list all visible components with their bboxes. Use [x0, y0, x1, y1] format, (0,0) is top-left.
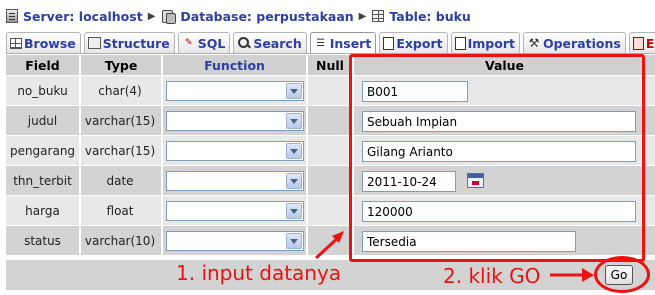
function-select[interactable]	[166, 141, 304, 161]
breadcrumb-separator-icon: ▶	[358, 10, 367, 22]
function-select[interactable]	[166, 231, 304, 251]
column-header-field: Field	[6, 55, 79, 75]
breadcrumb: Server: localhost ▶ Database: perpustaka…	[6, 6, 471, 26]
breadcrumb-server-label: Server: localhost	[23, 8, 143, 24]
tab-insert-label: Insert	[329, 36, 372, 51]
field-name: judul	[27, 113, 58, 128]
tab-empty[interactable]: Em	[628, 32, 655, 53]
value-column-highlight	[349, 54, 645, 262]
chevron-down-icon[interactable]	[286, 83, 302, 99]
field-type: varchar(10)	[84, 233, 156, 248]
column-divider	[161, 55, 163, 256]
field-type: varchar(15)	[84, 143, 156, 158]
field-type: float	[106, 203, 134, 218]
chevron-down-icon[interactable]	[286, 203, 302, 219]
field-type: varchar(15)	[84, 113, 156, 128]
empty-icon	[632, 36, 644, 50]
chevron-down-icon[interactable]	[286, 113, 302, 129]
tab-browse-label: Browse	[24, 35, 76, 51]
breadcrumb-server[interactable]: Server: localhost	[6, 9, 143, 24]
function-select[interactable]	[166, 201, 304, 221]
column-header-null: Null	[308, 55, 352, 75]
breadcrumb-table-label: Table: buku	[389, 8, 471, 24]
function-select[interactable]	[166, 171, 304, 191]
go-button-highlight	[594, 256, 650, 293]
tab-search[interactable]: Search	[233, 32, 307, 53]
tab-structure-label: Structure	[102, 35, 170, 51]
structure-icon	[87, 37, 101, 49]
sql-icon: ✎	[184, 38, 193, 48]
tab-export[interactable]: Export	[379, 32, 448, 53]
export-icon	[383, 36, 395, 50]
tab-browse[interactable]: Browse	[6, 32, 81, 53]
table-icon	[372, 10, 385, 22]
field-name: no_buku	[17, 83, 68, 98]
tab-bar: Browse Structure ✎ SQL Search ☰ Insert E…	[6, 32, 655, 54]
breadcrumb-database[interactable]: Database: perpustakaan	[161, 8, 354, 24]
tab-operations[interactable]: ⚒ Operations	[522, 32, 626, 53]
search-icon	[237, 36, 251, 50]
tab-empty-label: Em	[645, 35, 655, 51]
tab-import[interactable]: Import	[450, 32, 520, 53]
annotation-step-2: 2. klik GO	[443, 264, 541, 288]
server-icon	[6, 9, 18, 23]
browse-icon	[10, 37, 22, 49]
field-type: char(4)	[98, 83, 142, 98]
tab-search-label: Search	[253, 35, 302, 51]
tab-export-label: Export	[396, 35, 443, 51]
field-name: status	[24, 233, 61, 248]
tab-structure[interactable]: Structure	[83, 32, 175, 53]
tab-insert[interactable]: ☰ Insert	[309, 32, 377, 53]
import-icon	[454, 36, 466, 50]
column-divider	[306, 55, 308, 256]
database-icon	[161, 9, 177, 24]
chevron-down-icon[interactable]	[286, 173, 302, 189]
annotation-step-1: 1. input datanya	[176, 261, 342, 285]
tab-sql[interactable]: ✎ SQL	[177, 32, 231, 53]
column-header-type: Type	[81, 55, 161, 75]
arrow-icon	[314, 231, 344, 260]
function-select[interactable]	[166, 81, 304, 101]
insert-icon: ☰	[316, 37, 326, 49]
field-name: harga	[25, 203, 60, 218]
breadcrumb-separator-icon: ▶	[147, 10, 156, 22]
arrow-icon	[550, 268, 594, 282]
operations-icon: ⚒	[528, 36, 540, 50]
breadcrumb-database-label: Database: perpustakaan	[180, 8, 354, 24]
field-name: pengarang	[9, 143, 76, 158]
function-select[interactable]	[166, 111, 304, 131]
column-header-function: Function	[163, 55, 306, 75]
chevron-down-icon[interactable]	[286, 233, 302, 249]
tab-import-label: Import	[467, 35, 515, 51]
tab-sql-label: SQL	[197, 35, 226, 51]
field-name: thn_terbit	[13, 173, 72, 188]
tab-operations-label: Operations	[542, 35, 621, 51]
field-type: date	[106, 173, 134, 188]
chevron-down-icon[interactable]	[286, 143, 302, 159]
column-divider	[79, 55, 81, 256]
breadcrumb-table[interactable]: Table: buku	[372, 8, 471, 24]
